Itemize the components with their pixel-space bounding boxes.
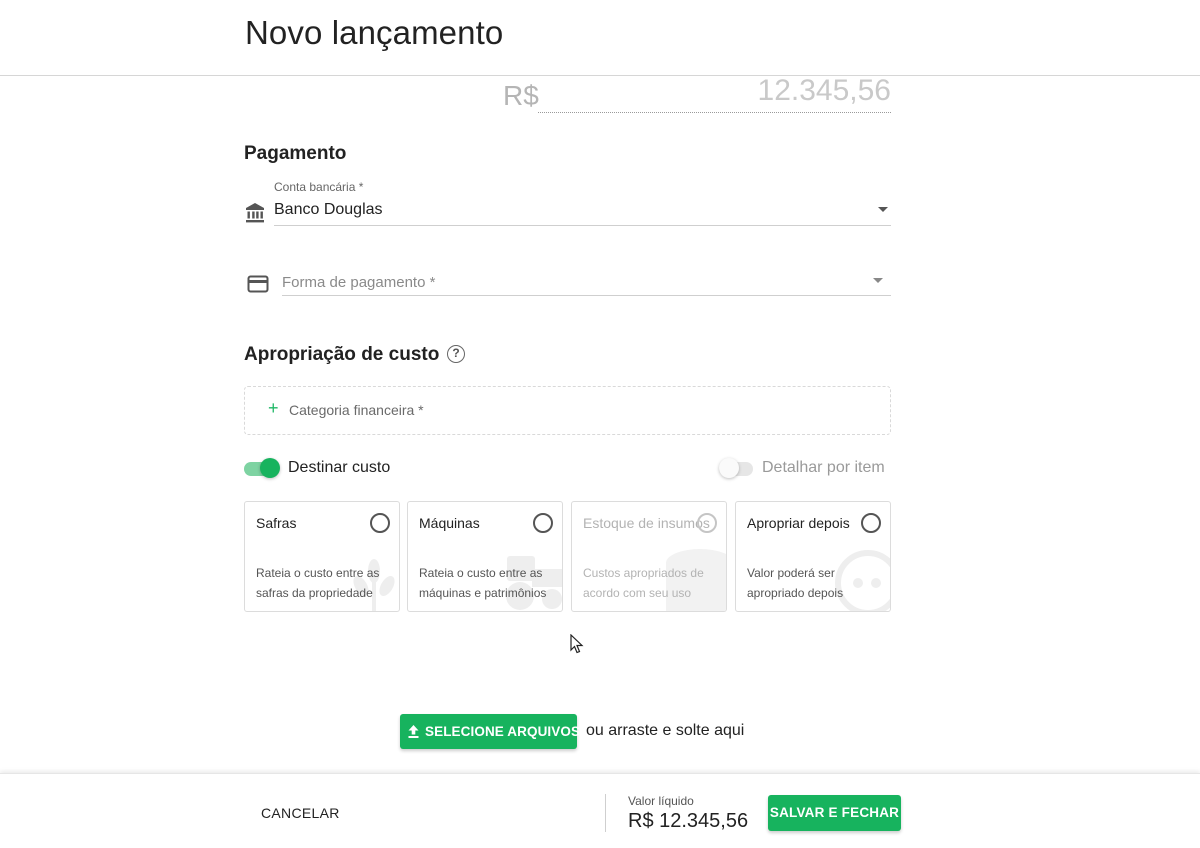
card-safras[interactable]: Safras Rateia o custo entre as safras da… <box>244 501 400 612</box>
detalhar-item-toggle[interactable] <box>719 458 755 478</box>
card-title: Máquinas <box>419 515 480 531</box>
payment-method-select[interactable]: Forma de pagamento * <box>282 262 891 296</box>
bank-icon <box>246 203 264 223</box>
net-value: R$ 12.345,56 <box>628 810 749 832</box>
credit-card-icon <box>247 275 269 293</box>
save-and-close-label: SALVAR E FECHAR <box>769 805 900 820</box>
add-financial-category-button[interactable]: + Categoria financeira * <box>244 386 891 435</box>
bank-account-value: Banco Douglas <box>274 201 383 218</box>
cost-section-title: Apropriação de custo <box>244 344 440 365</box>
destinar-custo-label: Destinar custo <box>288 459 391 476</box>
payment-section-title: Pagamento <box>244 143 347 164</box>
bank-account-label: Conta bancária * <box>274 180 364 194</box>
financial-category-label: Categoria financeira * <box>289 402 424 418</box>
card-title: Estoque de insumos <box>583 515 710 531</box>
page-header: Novo lançamento <box>0 0 1200 76</box>
footer-divider <box>605 794 606 832</box>
card-description: Rateia o custo entre as safras da propri… <box>256 566 380 600</box>
card-estoque-insumos: Estoque de insumos Custos apropriados de… <box>571 501 727 612</box>
currency-prefix: R$ <box>503 80 539 111</box>
card-maquinas[interactable]: Máquinas Rateia o custo entre as máquina… <box>407 501 563 612</box>
card-radio[interactable] <box>861 513 881 533</box>
toggle-thumb <box>260 458 280 478</box>
detalhar-item-label: Detalhar por item <box>762 459 885 476</box>
help-icon[interactable]: ? <box>447 345 465 363</box>
card-description: Rateia o custo entre as máquinas e patri… <box>419 566 547 600</box>
toggle-thumb <box>719 458 739 478</box>
amount-row: R$ 12.345,56 <box>500 74 892 114</box>
footer-bar: CANCELAR Valor líquido R$ 12.345,56 SALV… <box>0 773 1200 848</box>
chevron-down-icon <box>873 278 883 283</box>
select-files-button[interactable]: SELECIONE ARQUIVOS <box>400 714 581 749</box>
upload-icon <box>408 725 419 738</box>
select-files-label: SELECIONE ARQUIVOS <box>425 724 581 739</box>
page-title: Novo lançamento <box>245 14 504 51</box>
destinar-custo-toggle[interactable] <box>244 458 280 478</box>
card-radio[interactable] <box>370 513 390 533</box>
payment-method-placeholder: Forma de pagamento * <box>282 274 436 291</box>
mouse-cursor-icon <box>570 634 584 654</box>
card-description: Valor poderá ser apropriado depois <box>747 566 844 600</box>
save-and-close-button[interactable]: SALVAR E FECHAR <box>768 795 901 831</box>
upload-hint: ou arraste e solte aqui <box>586 722 745 739</box>
card-apropriar-depois[interactable]: Apropriar depois Valor poderá ser apropr… <box>735 501 891 612</box>
card-title: Apropriar depois <box>747 515 850 531</box>
cancel-button[interactable]: CANCELAR <box>261 805 340 821</box>
amount-value: 12.345,56 <box>757 74 891 107</box>
bank-account-select[interactable]: Conta bancária * Banco Douglas <box>274 178 891 226</box>
card-title: Safras <box>256 515 297 531</box>
chevron-down-icon <box>878 207 888 212</box>
amount-input[interactable]: 12.345,56 <box>538 74 891 113</box>
card-radio[interactable] <box>533 513 553 533</box>
card-description: Custos apropriados de acordo com seu uso <box>583 566 704 600</box>
net-value-label: Valor líquido <box>628 794 694 808</box>
card-radio <box>697 513 717 533</box>
plus-icon: + <box>268 398 279 418</box>
